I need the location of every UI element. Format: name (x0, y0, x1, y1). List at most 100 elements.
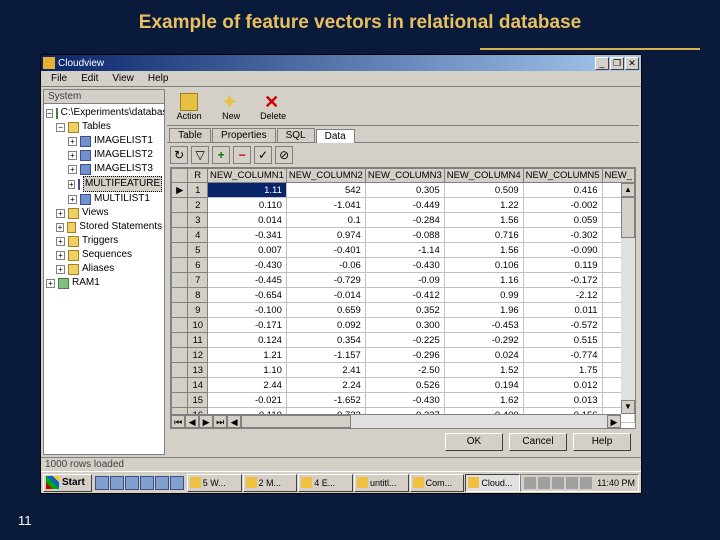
grid-cell[interactable]: -0.090 (523, 243, 602, 258)
cancel-button[interactable]: Cancel (509, 433, 567, 451)
minimize-button[interactable]: _ (595, 57, 609, 70)
tree-views[interactable]: +Views (46, 206, 162, 220)
grid-cell[interactable]: 1.56 (444, 213, 523, 228)
grid-cell[interactable]: 0.509 (444, 183, 523, 198)
rollback-button[interactable]: ⊘ (275, 146, 293, 164)
grid-cell[interactable]: 1.10 (208, 363, 287, 378)
taskbar-button[interactable]: untitl... (354, 474, 409, 492)
grid-cell[interactable]: -1.14 (365, 243, 444, 258)
grid-cell[interactable]: 0.194 (444, 378, 523, 393)
row-marker[interactable] (172, 288, 188, 303)
taskbar-button[interactable]: 5 W... (187, 474, 242, 492)
menu-help[interactable]: Help (141, 72, 176, 85)
grid-cell[interactable]: -0.430 (208, 258, 287, 273)
row-marker[interactable] (172, 228, 188, 243)
row-marker[interactable] (172, 258, 188, 273)
grid-cell[interactable]: -0.430 (365, 258, 444, 273)
tab-table[interactable]: Table (169, 128, 211, 142)
tree-table-item[interactable]: +IMAGELIST3 (46, 162, 162, 176)
grid-cell[interactable]: -0.002 (523, 198, 602, 213)
grid-cell[interactable]: -0.296 (365, 348, 444, 363)
tree-ram1[interactable]: +RAM1 (46, 276, 162, 290)
scroll-up-button[interactable]: ▲ (621, 183, 635, 197)
tray-icon[interactable] (566, 477, 578, 489)
row-marker[interactable] (172, 273, 188, 288)
tray-icon[interactable] (552, 477, 564, 489)
quick-launch-icon[interactable] (140, 476, 154, 490)
grid-cell[interactable]: -0.341 (208, 228, 287, 243)
tray-icon[interactable] (538, 477, 550, 489)
grid-cell[interactable]: 1.22 (444, 198, 523, 213)
row-marker[interactable] (172, 333, 188, 348)
delete-button[interactable]: ✕Delete (253, 91, 293, 123)
grid-cell[interactable]: -0.284 (365, 213, 444, 228)
grid-cell[interactable]: 0.124 (208, 333, 287, 348)
grid-cell[interactable]: -0.021 (208, 393, 287, 408)
help-button[interactable]: Help (573, 433, 631, 451)
quick-launch-icon[interactable] (125, 476, 139, 490)
grid-cell[interactable]: -0.572 (523, 318, 602, 333)
grid-cell[interactable]: 2.41 (286, 363, 365, 378)
hscroll-thumb[interactable] (241, 415, 351, 428)
row-marker[interactable] (172, 243, 188, 258)
taskbar-button[interactable]: 2 M... (243, 474, 298, 492)
grid-cell[interactable]: 1.21 (208, 348, 287, 363)
column-header[interactable]: NEW_COLUMN4 (444, 169, 523, 183)
column-header[interactable]: NEW_COLUMN3 (365, 169, 444, 183)
grid-cell[interactable]: 0.1 (286, 213, 365, 228)
grid-cell[interactable]: 0.007 (208, 243, 287, 258)
new-button[interactable]: ✦New (211, 91, 251, 123)
grid-cell[interactable]: 0.300 (365, 318, 444, 333)
last-record-button[interactable]: ⏭ (213, 415, 227, 428)
grid-cell[interactable]: 0.119 (523, 258, 602, 273)
tab-properties[interactable]: Properties (212, 128, 276, 142)
column-header[interactable]: NEW_ (602, 169, 634, 183)
grid-cell[interactable]: -0.06 (286, 258, 365, 273)
column-header[interactable]: NEW_COLUMN1 (208, 169, 287, 183)
grid-cell[interactable]: 0.526 (365, 378, 444, 393)
horizontal-scrollbar[interactable] (241, 415, 607, 428)
tree-table-item-selected[interactable]: +MULTIFEATURE (46, 176, 162, 192)
commit-button[interactable]: ✓ (254, 146, 272, 164)
grid-cell[interactable]: -0.654 (208, 288, 287, 303)
grid-cell[interactable]: -0.449 (365, 198, 444, 213)
scroll-right-button[interactable]: ▶ (607, 415, 621, 428)
menu-file[interactable]: File (44, 72, 74, 85)
start-button[interactable]: Start (43, 474, 92, 492)
row-marker[interactable] (172, 198, 188, 213)
tree-table-item[interactable]: +IMAGELIST1 (46, 134, 162, 148)
row-marker[interactable]: ▶ (172, 183, 188, 198)
grid-cell[interactable]: 0.305 (365, 183, 444, 198)
grid-cell[interactable]: 2.44 (208, 378, 287, 393)
tree-sequences[interactable]: +Sequences (46, 248, 162, 262)
vertical-scrollbar[interactable]: ▲ ▼ (621, 183, 635, 414)
grid-cell[interactable]: -0.225 (365, 333, 444, 348)
grid-cell[interactable]: 0.014 (208, 213, 287, 228)
grid-cell[interactable]: 0.011 (523, 303, 602, 318)
quick-launch-icon[interactable] (155, 476, 169, 490)
column-header[interactable]: NEW_COLUMN5 (523, 169, 602, 183)
grid-cell[interactable]: -1.652 (286, 393, 365, 408)
row-marker[interactable] (172, 213, 188, 228)
row-marker[interactable] (172, 363, 188, 378)
grid-cell[interactable]: 1.96 (444, 303, 523, 318)
grid-cell[interactable]: 0.99 (444, 288, 523, 303)
tree-root[interactable]: −C:\Experiments\database (46, 106, 162, 120)
grid-cell[interactable]: 0.416 (523, 183, 602, 198)
row-marker[interactable] (172, 348, 188, 363)
grid-cell[interactable]: 0.974 (286, 228, 365, 243)
grid-cell[interactable]: -2.50 (365, 363, 444, 378)
grid-cell[interactable]: 0.024 (444, 348, 523, 363)
grid-cell[interactable]: 0.092 (286, 318, 365, 333)
grid-cell[interactable]: -0.412 (365, 288, 444, 303)
grid-cell[interactable]: 0.059 (523, 213, 602, 228)
taskbar-button[interactable]: Com... (410, 474, 465, 492)
quick-launch-icon[interactable] (170, 476, 184, 490)
grid-cell[interactable]: -0.100 (208, 303, 287, 318)
grid-cell[interactable]: -0.401 (286, 243, 365, 258)
grid-cell[interactable]: 0.659 (286, 303, 365, 318)
grid-cell[interactable]: -0.014 (286, 288, 365, 303)
first-record-button[interactable]: ⏮ (171, 415, 185, 428)
grid-cell[interactable]: -0.09 (365, 273, 444, 288)
row-marker[interactable] (172, 318, 188, 333)
